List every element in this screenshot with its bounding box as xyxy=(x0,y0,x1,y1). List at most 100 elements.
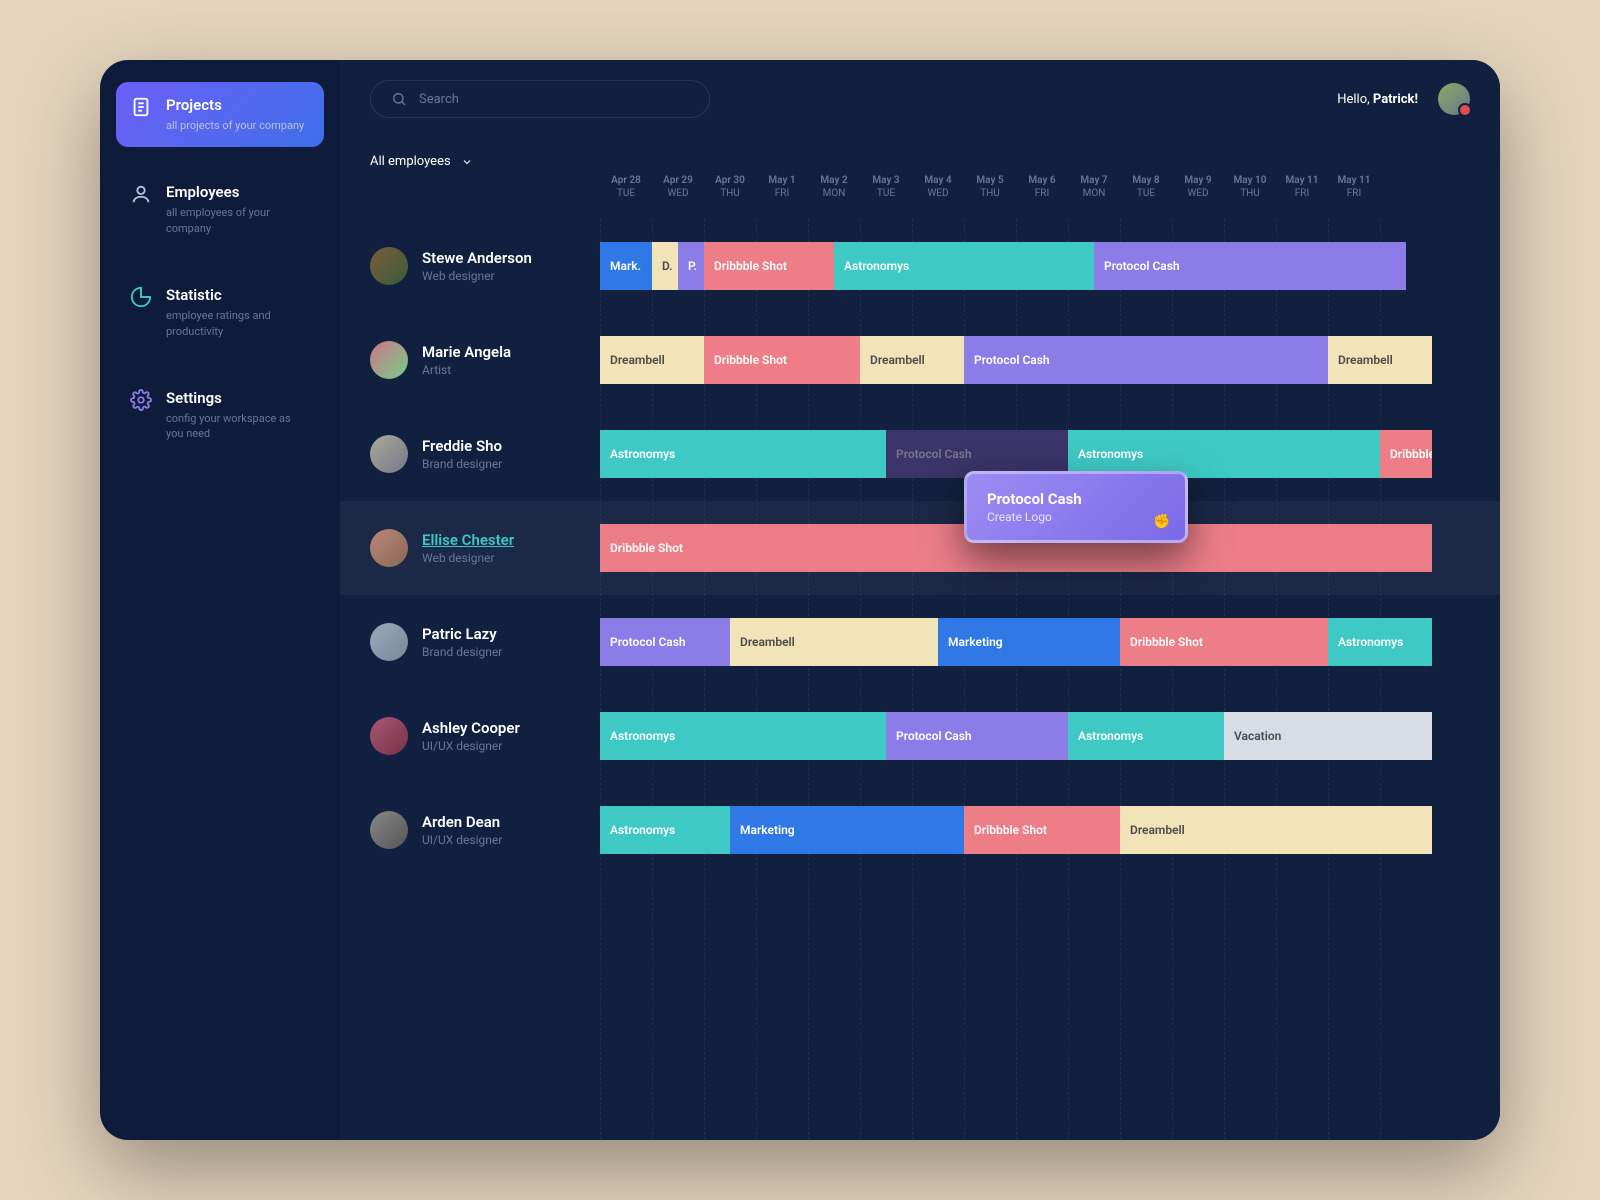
nav-item-settings[interactable]: Settings config your workspace as you nee… xyxy=(116,375,324,456)
employee-row: Stewe Anderson Web designer Mark.D.P.Dribb… xyxy=(340,219,1500,313)
task-track: Mark.D.P.Dribbble ShotAstronomysProtocol… xyxy=(600,242,1500,290)
nav-item-employees[interactable]: Employeesall employees of your company xyxy=(116,169,324,250)
task-bar[interactable]: Dreambell xyxy=(1328,336,1432,384)
nav-title: Employees xyxy=(166,183,310,201)
search-input[interactable] xyxy=(419,92,689,107)
employee-avatar xyxy=(370,247,408,285)
date-column: Apr 28TUE xyxy=(600,169,652,219)
task-bar[interactable]: Dribbble Shot xyxy=(1380,430,1432,478)
task-bar[interactable]: Mark. xyxy=(600,242,652,290)
task-bar[interactable]: Dribbble Shot xyxy=(964,806,1120,854)
task-bar[interactable]: Marketing xyxy=(730,806,964,854)
task-detail-card[interactable]: Protocol CashCreate Logo✊ xyxy=(964,471,1188,543)
task-bar[interactable]: Dreambell xyxy=(860,336,964,384)
employee-row: Ellise ChesterWeb designerDribbble Shot xyxy=(340,501,1500,595)
controls-bar: All employees xyxy=(340,138,1500,169)
date-column: May 10THU xyxy=(1224,169,1276,219)
date-column: May 9WED xyxy=(1172,169,1224,219)
employee-role: Brand designer xyxy=(422,457,502,471)
date-column: Apr 30THU xyxy=(704,169,756,219)
task-bar[interactable]: Astronomys xyxy=(600,712,886,760)
app-window: Projects all projects of your company Empl… xyxy=(100,60,1500,1140)
nav-subtitle: employee ratings and productivity xyxy=(166,308,310,339)
employee-name: Patric Lazy xyxy=(422,625,502,643)
date-column: May 2MON xyxy=(808,169,860,219)
timeline: Apr 28TUEApr 29WEDApr 30THUMay 1FRIMay 2… xyxy=(340,169,1500,1140)
employee-name: Freddie Sho xyxy=(422,437,502,455)
task-track: DreambellDribbble ShotDreambellProtocol … xyxy=(600,336,1500,384)
task-bar[interactable]: Protocol Cash xyxy=(886,712,1068,760)
task-bar[interactable]: Astronomys xyxy=(1068,712,1224,760)
date-column: May 7MON xyxy=(1068,169,1120,219)
nav-item-projects[interactable]: Projects all projects of your company xyxy=(116,82,324,147)
task-bar[interactable]: Protocol Cash xyxy=(600,618,730,666)
task-bar[interactable]: Astronomys xyxy=(1328,618,1432,666)
employee-filter-dropdown[interactable]: All employees xyxy=(370,154,473,169)
gear-icon xyxy=(130,389,152,411)
task-track: AstronomysProtocol CashAstronomysVacatio… xyxy=(600,712,1500,760)
main-area: Hello, Patrick! All employees Apr 28TUEA… xyxy=(340,60,1500,1140)
nav-subtitle: config your workspace as you need xyxy=(166,411,310,442)
employee-avatar xyxy=(370,623,408,661)
task-bar[interactable]: Dribbble Shot xyxy=(1120,618,1328,666)
employee-role: UI/UX designer xyxy=(422,833,502,847)
task-bar[interactable]: Dreambell xyxy=(600,336,704,384)
employee-cell[interactable]: Freddie Sho Brand designer xyxy=(340,435,600,473)
employee-role: UI/UX designer xyxy=(422,739,520,753)
search-box[interactable] xyxy=(370,80,710,118)
employee-row: Ashley CooperUI/UX designerAstronomysPro… xyxy=(340,689,1500,783)
nav-title: Projects xyxy=(166,96,310,114)
task-bar[interactable]: Dreambell xyxy=(730,618,938,666)
nav-item-statistic[interactable]: Statisticemployee ratings and productivi… xyxy=(116,272,324,353)
nav-title: Settings xyxy=(166,389,310,407)
date-column: May 11FRI xyxy=(1328,169,1380,219)
employee-cell[interactable]: Marie Angela Artist xyxy=(340,341,600,379)
task-track: AstronomysMarketingDribbble ShotDreambel… xyxy=(600,806,1500,854)
employee-cell[interactable]: Arden DeanUI/UX designer xyxy=(340,811,600,849)
search-icon xyxy=(391,91,407,107)
users-icon xyxy=(130,183,152,205)
date-column: May 8TUE xyxy=(1120,169,1172,219)
employee-cell[interactable]: Patric Lazy Brand designer xyxy=(340,623,600,661)
date-column: May 6FRI xyxy=(1016,169,1068,219)
employee-cell[interactable]: Stewe Anderson Web designer xyxy=(340,247,600,285)
task-bar[interactable]: Marketing xyxy=(938,618,1120,666)
greeting: Hello, Patrick! xyxy=(1337,92,1418,107)
employee-role: Brand designer xyxy=(422,645,502,659)
nav-subtitle: all projects of your company xyxy=(166,118,310,133)
task-bar[interactable]: Dribbble Shot xyxy=(704,242,834,290)
card-subtitle: Create Logo xyxy=(987,510,1165,524)
employee-avatar xyxy=(370,529,408,567)
employee-avatar xyxy=(370,341,408,379)
sidebar: Projects all projects of your company Empl… xyxy=(100,60,340,1140)
task-bar[interactable]: Vacation xyxy=(1224,712,1432,760)
date-column: May 1FRI xyxy=(756,169,808,219)
chevron-down-icon xyxy=(461,156,473,168)
employee-name: Stewe Anderson xyxy=(422,249,532,267)
date-header: Apr 28TUEApr 29WEDApr 30THUMay 1FRIMay 2… xyxy=(340,169,1500,219)
date-column: May 11FRI xyxy=(1276,169,1328,219)
employee-name: Marie Angela xyxy=(422,343,511,361)
task-bar[interactable]: Protocol Cash xyxy=(964,336,1328,384)
task-track: Protocol CashDreambellMarketingDribbble … xyxy=(600,618,1500,666)
task-bar[interactable]: D. xyxy=(652,242,678,290)
date-column: May 4WED xyxy=(912,169,964,219)
employee-avatar xyxy=(370,717,408,755)
task-bar[interactable]: P. xyxy=(678,242,704,290)
employee-avatar xyxy=(370,435,408,473)
task-bar[interactable]: Protocol Cash xyxy=(1094,242,1406,290)
user-avatar[interactable] xyxy=(1438,83,1470,115)
task-bar[interactable]: Dreambell xyxy=(1120,806,1432,854)
task-bar[interactable]: Astronomys xyxy=(600,430,886,478)
employee-name: Ellise Chester xyxy=(422,531,514,549)
chart-icon xyxy=(130,286,152,308)
employee-cell[interactable]: Ellise ChesterWeb designer xyxy=(340,529,600,567)
employee-role: Artist xyxy=(422,363,511,377)
task-bar[interactable]: Astronomys xyxy=(834,242,1094,290)
employee-role: Web designer xyxy=(422,269,532,283)
task-bar[interactable]: Dribbble Shot xyxy=(704,336,860,384)
employee-cell[interactable]: Ashley CooperUI/UX designer xyxy=(340,717,600,755)
employee-row: Arden DeanUI/UX designerAstronomysMarket… xyxy=(340,783,1500,877)
task-bar[interactable]: Astronomys xyxy=(600,806,730,854)
date-column: May 5THU xyxy=(964,169,1016,219)
